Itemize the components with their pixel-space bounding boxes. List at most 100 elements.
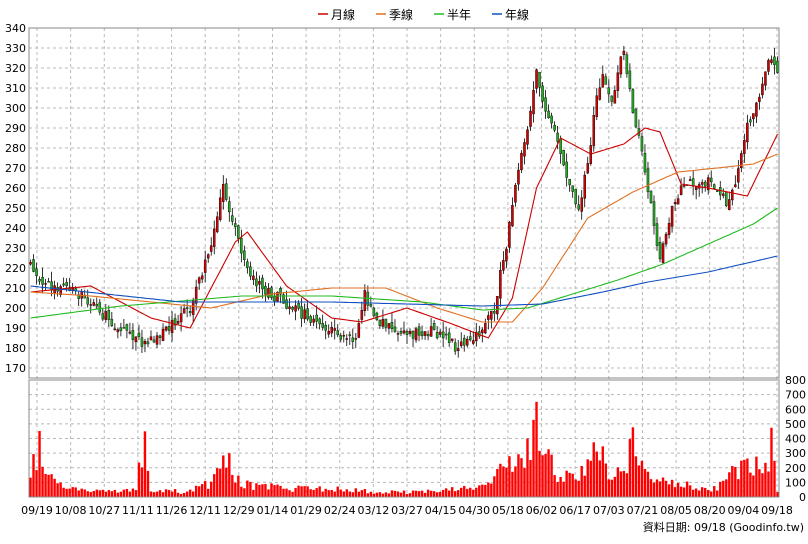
- candle-body: [577, 204, 580, 210]
- candle-body: [384, 318, 388, 328]
- date-tick-label: 09/04: [728, 504, 760, 517]
- candle-body: [670, 206, 674, 227]
- candle-body: [137, 332, 141, 337]
- candle-body: [396, 333, 400, 335]
- volume-bar: [508, 456, 511, 497]
- volume-bar: [140, 467, 144, 497]
- volume-bar: [679, 486, 683, 497]
- volume-tick-label: 200: [785, 462, 806, 475]
- volume-bar: [71, 487, 74, 497]
- volume-bar: [146, 470, 150, 497]
- volume-bar: [194, 485, 198, 497]
- candle-body: [303, 309, 306, 320]
- candle-body: [441, 331, 445, 339]
- candle-body: [285, 299, 288, 309]
- volume-bar: [628, 439, 632, 497]
- volume-bar: [92, 490, 95, 497]
- volume-bar: [309, 489, 312, 497]
- volume-bar: [444, 488, 448, 497]
- volume-bar: [381, 493, 385, 497]
- volume-bar: [240, 486, 243, 497]
- candle-body: [104, 311, 108, 320]
- volume-bar: [613, 476, 617, 497]
- volume-bar: [450, 487, 454, 497]
- candle-body: [387, 323, 391, 329]
- candle-body: [610, 95, 614, 102]
- volume-bar: [577, 480, 580, 497]
- candle-body: [502, 260, 505, 271]
- volume-bar: [306, 486, 309, 497]
- price-tick-label: 240: [5, 222, 26, 235]
- candle-body: [378, 319, 382, 327]
- volume-bar: [122, 489, 126, 497]
- candle-body: [264, 286, 267, 295]
- candle-body: [146, 341, 150, 345]
- volume-bar: [357, 491, 361, 497]
- candle-body: [484, 323, 487, 334]
- date-tick-label: 01/29: [290, 504, 322, 517]
- candle-body: [185, 307, 189, 309]
- volume-bar: [143, 431, 147, 497]
- price-tick-label: 310: [5, 82, 26, 95]
- price-tick-label: 280: [5, 142, 26, 155]
- candle-body: [420, 331, 424, 337]
- candle-body: [215, 216, 219, 233]
- candle-body: [592, 114, 596, 147]
- volume-bar: [243, 488, 246, 497]
- candle-body: [490, 310, 493, 320]
- price-tick-label: 250: [5, 202, 26, 215]
- candle-body: [206, 254, 210, 259]
- candle-body: [737, 168, 740, 183]
- volume-bar: [80, 488, 83, 497]
- volume-bar: [559, 476, 562, 497]
- volume-bar: [354, 488, 358, 497]
- candle-body: [212, 228, 216, 247]
- volume-bar: [541, 455, 544, 497]
- candle-body: [767, 59, 770, 72]
- candle-body: [29, 262, 32, 265]
- candle-body: [550, 115, 553, 124]
- volume-bar: [336, 486, 339, 497]
- volume-bar: [249, 481, 252, 497]
- candle-body: [351, 337, 355, 342]
- volume-bar: [348, 491, 351, 497]
- candle-body: [538, 71, 541, 88]
- volume-bar: [68, 488, 71, 497]
- volume-bar: [520, 458, 523, 497]
- candle-body: [526, 129, 529, 145]
- date-tick-label: 03/27: [391, 504, 423, 517]
- candle-body: [472, 340, 475, 344]
- volume-bar: [342, 491, 345, 497]
- volume-bar: [213, 474, 216, 497]
- volume-bar: [222, 455, 225, 497]
- date-tick-label: 07/03: [593, 504, 625, 517]
- volume-bar: [47, 474, 50, 497]
- candle-body: [110, 318, 114, 327]
- volume-bar: [761, 473, 764, 497]
- candle-body: [252, 275, 255, 280]
- volume-bar: [360, 490, 364, 497]
- candle-body: [194, 286, 198, 304]
- candle-body: [414, 328, 418, 341]
- volume-bar: [345, 489, 348, 497]
- candle-body: [200, 275, 204, 280]
- volume-tick-label: 0: [799, 491, 806, 504]
- candle-body: [237, 225, 240, 239]
- candle-body: [182, 308, 186, 314]
- candle-body: [354, 338, 358, 340]
- price-tick-label: 340: [5, 22, 26, 35]
- volume-bar: [95, 489, 98, 497]
- candle-body: [348, 334, 352, 336]
- volume-bar: [128, 491, 132, 497]
- candle-body: [613, 90, 617, 104]
- volume-bar: [339, 489, 342, 497]
- date-tick-label: 09/19: [21, 504, 53, 517]
- date-tick-label: 07/21: [627, 504, 659, 517]
- candle-body: [429, 326, 433, 337]
- volume-bar: [396, 491, 400, 497]
- volume-bar: [652, 482, 656, 497]
- candle-body: [393, 326, 397, 332]
- candle-body: [360, 309, 364, 320]
- candle-body: [514, 184, 517, 203]
- volume-bar: [125, 488, 129, 497]
